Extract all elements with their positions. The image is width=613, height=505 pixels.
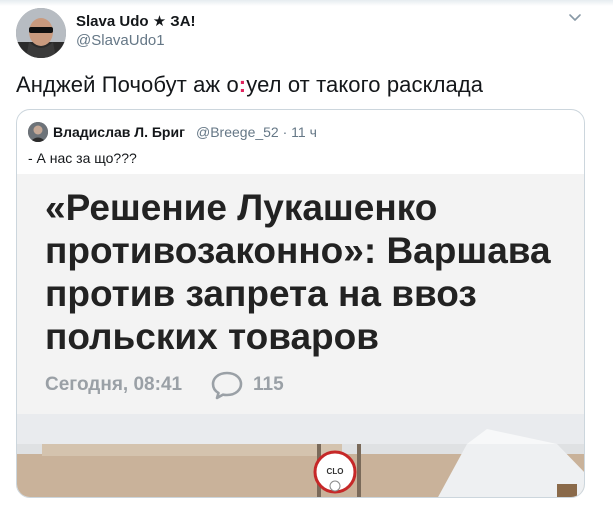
article-photo: CLO: [17, 414, 584, 497]
quoted-tweet-text: - А нас за що???: [28, 150, 137, 166]
chevron-down-icon[interactable]: [567, 10, 583, 26]
headline-line: «Решение Лукашенко: [45, 187, 438, 228]
article-comment-count: 115: [253, 374, 284, 395]
headline-line: польских товаров: [45, 316, 379, 357]
author-avatar[interactable]: [16, 8, 66, 58]
quoted-author-name[interactable]: Владислав Л. Бриг: [53, 124, 185, 140]
tweet-text-part-2: уел от такого расклада: [246, 72, 484, 97]
quoted-tweet-card[interactable]: Владислав Л. Бриг @Breege_52 · 11 ч - А …: [16, 109, 585, 498]
quoted-tweet-image[interactable]: «Решение Лукашенко противозаконно»: Варш…: [17, 174, 584, 497]
headline-line: противозаконно»: Варшава: [45, 230, 551, 271]
sign-label: CLO: [327, 467, 344, 476]
tweet-text: Анджей Почобут аж о:уел от такого раскла…: [16, 72, 483, 98]
article-headline: «Решение Лукашенко противозаконно»: Варш…: [45, 186, 555, 358]
top-divider: [0, 0, 613, 6]
author-name[interactable]: Slava Udo ★ ЗА!: [76, 12, 196, 30]
tweet-text-part-1: Анджей Почобут аж о: [16, 72, 239, 97]
quoted-author-avatar[interactable]: [28, 122, 48, 142]
author-handle[interactable]: @SlavaUdo1: [76, 32, 165, 49]
article-date: Сегодня, 08:41: [45, 374, 183, 395]
quoted-author-handle[interactable]: @Breege_52 · 11 ч: [196, 124, 317, 140]
comment-bubble-icon: [211, 371, 243, 400]
headline-line: против запрета на ввоз: [45, 273, 477, 314]
